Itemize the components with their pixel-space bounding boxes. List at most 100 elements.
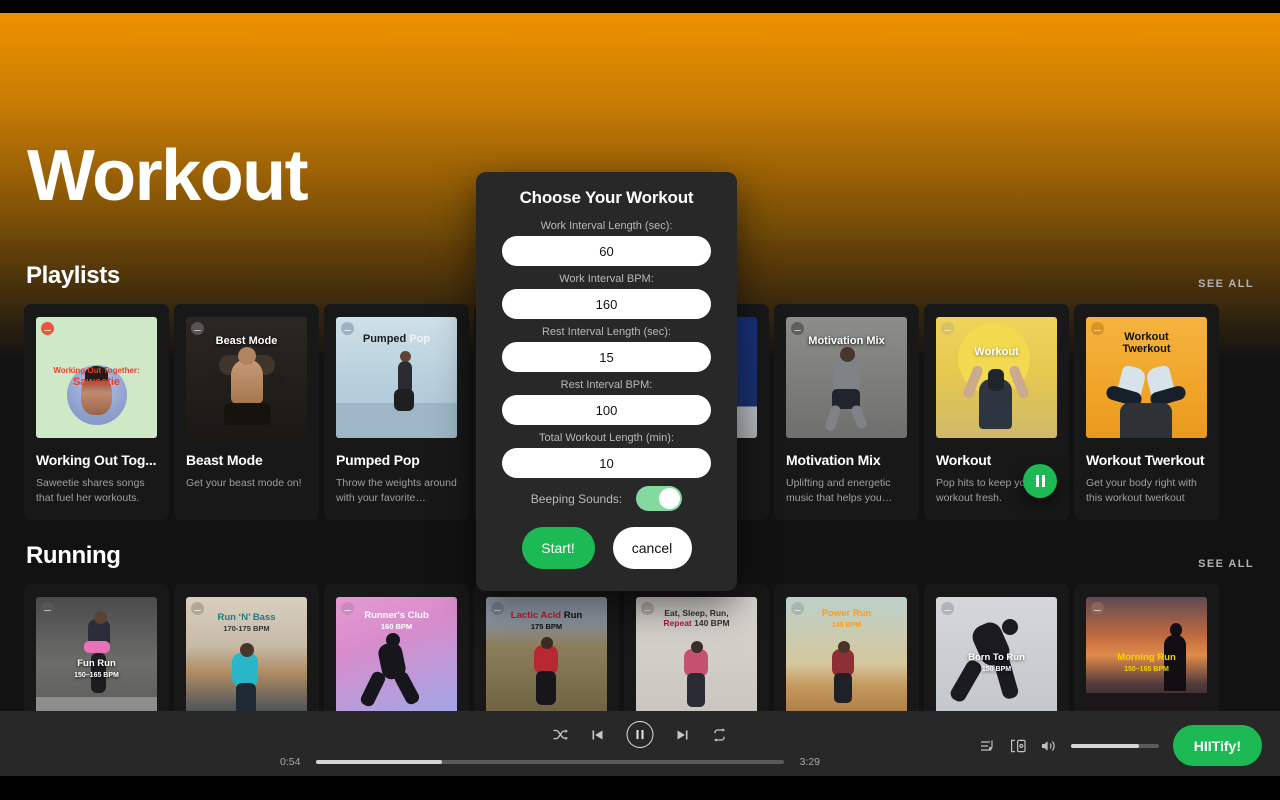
field-group-work-interval-bpm: Work Interval BPM: (502, 273, 711, 319)
see-all-playlists[interactable]: SEE ALL (1198, 278, 1254, 290)
elapsed-time: 0:54 (280, 756, 301, 768)
playlist-cover: ⚊ Eat, Sleep, Run, Repeat 140 BPM (636, 597, 757, 711)
previous-track-icon[interactable] (591, 728, 605, 742)
see-all-running[interactable]: SEE ALL (1198, 558, 1254, 570)
play-pause-button[interactable] (626, 721, 654, 748)
playlist-cover: ⚊ Pumped Pop (336, 317, 457, 438)
playlist-card[interactable]: ⚊ Eat, Sleep, Run,Repeat 140 BPM Eat Sle… (624, 584, 769, 711)
cover-text: Morning Run 150–165 BPM (1117, 652, 1176, 674)
playlist-desc: Uplifting and energetic music that helps… (786, 477, 891, 505)
cover-text: Lactic Acid Run 175 BPM (510, 610, 583, 632)
work-interval-length-input[interactable] (502, 236, 711, 266)
next-track-icon[interactable] (676, 728, 690, 742)
player-right-controls: HIITify! (980, 725, 1262, 766)
rest-interval-bpm-input[interactable] (502, 395, 711, 425)
playlist-title: Motivation Mix (786, 452, 881, 468)
cover-text: Eat, Sleep, Run, Repeat 140 BPM (663, 608, 730, 628)
progress-fill (316, 760, 443, 764)
spotify-badge-icon: ⚊ (191, 322, 204, 335)
player-bar: 0:54 3:29 HIITify! (0, 711, 1280, 776)
playlist-title: Pumped Pop (336, 452, 420, 468)
rest-interval-length-input[interactable] (502, 342, 711, 372)
spotify-badge-icon: ⚊ (41, 322, 54, 335)
section-title: Running (26, 542, 121, 570)
field-group-rest-interval-bpm: Rest Interval BPM: (502, 379, 711, 425)
playlist-cover: ⚊ Working Out Together: Saweetie (36, 317, 157, 438)
playlist-desc: Throw the weights around with your favor… (336, 477, 457, 505)
field-label: Work Interval BPM: (559, 273, 654, 285)
playlist-card[interactable]: ⚊ Beast Mode Beast Mode Get your beast m… (174, 304, 319, 521)
beeping-sounds-toggle[interactable] (636, 486, 683, 511)
playlist-desc: Saweetie shares songs that fuel her work… (36, 477, 145, 505)
spotify-badge-icon: ⚊ (41, 602, 54, 616)
playback-progress: 0:54 3:29 (280, 756, 820, 768)
playlist-cover: ⚊ Workout Twerkout (1086, 317, 1207, 438)
playlist-card[interactable]: ⚊ Run ‘N’ Bass170-175 BPM Run 'N' Bass 1… (174, 584, 319, 711)
playlist-card[interactable]: ⚊ Motivation Mix Motivation Mix Upliftin… (774, 304, 919, 521)
playlist-card[interactable]: ⚊ Power Run145 BPM Power Run 145 B... (774, 584, 919, 711)
queue-icon[interactable] (980, 739, 996, 753)
field-label: Rest Interval Length (sec): (541, 326, 671, 338)
playlist-card[interactable]: ⚊ Working Out Together: Saweetie Working … (24, 304, 169, 521)
playlist-desc: Get your beast mode on! (186, 477, 302, 489)
playlist-cover: ⚊ Beast Mode (186, 317, 307, 438)
field-label: Work Interval Length (sec): (540, 220, 673, 232)
cover-text: Pumped Pop (362, 333, 431, 345)
playlist-cover: ⚊ Born To Run 150 BPM (936, 597, 1057, 711)
field-label: Total Workout Length (min): (539, 432, 674, 444)
playlist-card[interactable]: ⚊ Workout Workout Pop hits to keep your … (924, 304, 1069, 521)
volume-slider[interactable] (1070, 743, 1159, 748)
start-button[interactable]: Start! (521, 527, 595, 569)
playlist-card[interactable]: ⚊ Runner's Club160 BPM Runner's Club 16.… (324, 584, 469, 711)
playlist-cover: ⚊ Runner's Club 160 BPM (336, 597, 457, 711)
beeping-sounds-row: Beeping Sounds: (502, 486, 711, 511)
cover-text: Workout (974, 346, 1019, 358)
playlist-desc: Get your body right with this workout tw… (1086, 477, 1197, 505)
letterbox-top (0, 0, 1280, 13)
cover-text: Power Run 145 BPM (821, 608, 872, 630)
playlist-cover: ⚊ Workout (936, 317, 1057, 438)
spotify-workout-page: Workout Playlists SEE ALL ⚊ Working Out … (0, 0, 1280, 800)
player-controls (553, 721, 728, 748)
spotify-badge-icon: ⚊ (791, 322, 804, 335)
total-workout-length-input[interactable] (502, 448, 711, 478)
page-title: Workout (27, 136, 309, 216)
modal-actions: Start! cancel (502, 527, 711, 569)
modal-title: Choose Your Workout (519, 188, 694, 207)
playlist-cover: ⚊ Motivation Mix (786, 317, 907, 438)
connect-device-icon[interactable] (1010, 739, 1027, 753)
cancel-button[interactable]: cancel (612, 527, 692, 569)
volume-icon[interactable] (1041, 739, 1057, 753)
work-interval-bpm-input[interactable] (502, 289, 711, 319)
playlist-cover: ⚊ Fun Run 150–165 BPM (36, 597, 157, 711)
repeat-icon[interactable] (712, 727, 728, 743)
cover-text: Working Out Together: Saweetie (53, 365, 140, 388)
playlist-card[interactable]: ⚊ Fun Run150–165 BPM Fun Run 150–165 ... (24, 584, 169, 711)
playlist-cover: ⚊ Power Run 145 BPM (786, 597, 907, 711)
shuffle-icon[interactable] (553, 727, 569, 743)
pause-icon (1035, 475, 1045, 488)
playlist-card[interactable]: ⚊ Workout Twerkout Workout Twerkout Get y… (1074, 304, 1219, 521)
playlist-card[interactable]: ⚊ Pumped Pop Pumped Pop Throw the weight… (324, 304, 469, 521)
playlist-card[interactable]: ⚊ Lactic Acid Run175 BPM Lactic Acid Run… (474, 584, 619, 711)
running-card-row: ⚊ Fun Run150–165 BPM Fun Run 150–165 ...… (0, 584, 1280, 711)
cover-text: Workout Twerkout (1122, 331, 1171, 356)
spotify-badge-icon: ⚊ (1091, 602, 1104, 616)
cover-text: Motivation Mix (808, 335, 885, 347)
field-group-rest-interval-length: Rest Interval Length (sec): (502, 326, 711, 372)
section-title: Playlists (26, 262, 120, 289)
field-group-total-workout-length: Total Workout Length (min): (502, 432, 711, 478)
field-group-work-interval-length: Work Interval Length (sec): (502, 220, 711, 266)
hiitify-button[interactable]: HIITify! (1172, 725, 1262, 766)
workout-config-modal: Choose Your Workout Work Interval Length… (476, 172, 737, 591)
volume-fill (1070, 743, 1140, 748)
pause-icon (636, 730, 639, 739)
playlist-cover: ⚊ Morning Run 150–165 BPM (1086, 597, 1207, 711)
playlist-card[interactable]: ⚊ Born To Run150 BPM Born To Run 150 ... (924, 584, 1069, 711)
letterbox-bottom (0, 776, 1280, 800)
playlist-card[interactable]: ⚊ Morning Run150–165 BPM Morning Run 150… (1074, 584, 1219, 711)
duration-time: 3:29 (799, 756, 820, 768)
cover-text: Run ‘N’ Bass 170-175 BPM (217, 612, 276, 634)
playlist-title: Workout Twerkout (1086, 452, 1205, 468)
progress-slider[interactable] (316, 760, 784, 764)
